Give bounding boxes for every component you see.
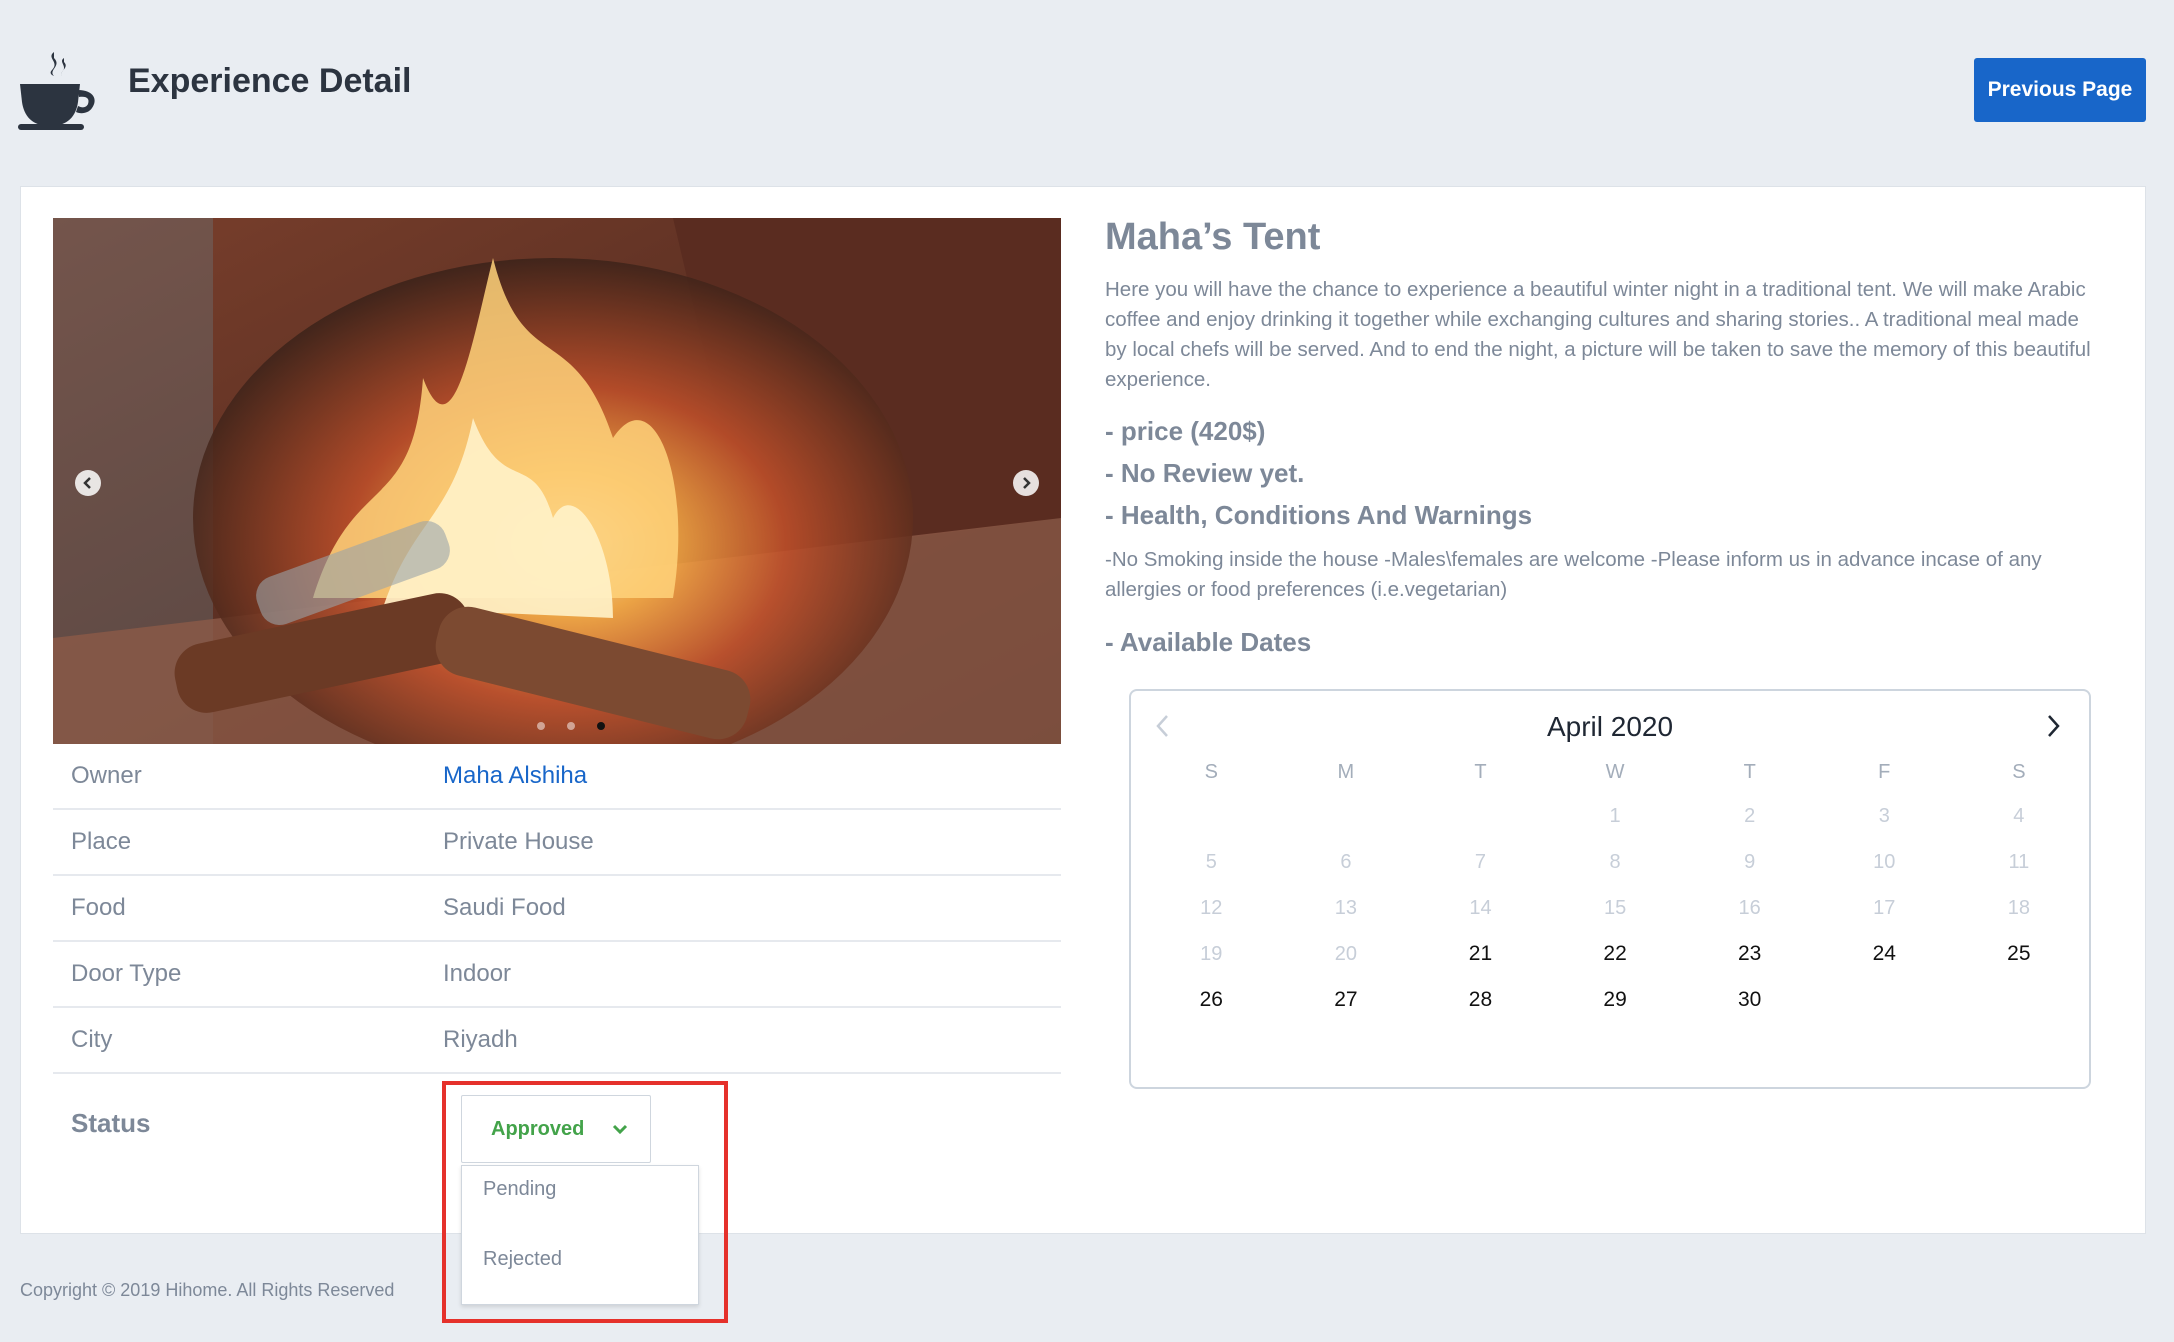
- carousel-dot[interactable]: [537, 722, 545, 730]
- city-label: City: [71, 1026, 113, 1053]
- detail-row-place: Place Private House: [53, 810, 1061, 876]
- calendar-grid: S M T W T F S 1 2 3 4 5 6 7 8 9 10 11 12 13 14 15 16 17 1…: [1131, 751, 2089, 1023]
- calendar-day: 3: [1878, 804, 1890, 827]
- status-label: Status: [71, 1108, 151, 1138]
- door-type-value: Indoor: [443, 960, 512, 987]
- food-label: Food: [71, 894, 126, 921]
- calendar-empty-cell: [1144, 793, 1279, 839]
- calendar-empty-cell: [1413, 793, 1548, 839]
- calendar-day[interactable]: 21: [1413, 931, 1548, 977]
- calendar-day: 6: [1340, 850, 1352, 873]
- available-dates-heading: - Available Dates: [1105, 627, 1312, 657]
- weekday-label: T: [1743, 760, 1756, 783]
- calendar-week-row: 1 2 3 4: [1131, 793, 2089, 839]
- calendar-day: 1: [1609, 804, 1621, 827]
- calendar-day: 5: [1205, 850, 1217, 873]
- price-heading: - price (420$): [1105, 416, 1266, 446]
- carousel-dot-active[interactable]: [597, 722, 605, 730]
- image-carousel[interactable]: [53, 218, 1061, 744]
- carousel-prev-button[interactable]: [75, 470, 101, 496]
- calendar-day: 12: [1200, 896, 1223, 919]
- calendar-day: 14: [1469, 896, 1492, 919]
- weekday-label: S: [2012, 760, 2026, 783]
- experience-description: Here you will have the chance to experie…: [1105, 278, 2091, 391]
- place-label: Place: [71, 828, 132, 855]
- food-value: Saudi Food: [443, 894, 566, 921]
- carousel-indicators: [537, 722, 605, 730]
- calendar-day[interactable]: 28: [1413, 977, 1548, 1023]
- detail-row-food: Food Saudi Food: [53, 876, 1061, 942]
- calendar-day: 4: [2013, 804, 2025, 827]
- detail-row-door-type: Door Type Indoor: [53, 942, 1061, 1008]
- calendar-week-row: 12 13 14 15 16 17 18: [1131, 885, 2089, 931]
- chevron-left-icon: [83, 477, 91, 489]
- calendar-day[interactable]: 29: [1548, 977, 1683, 1023]
- detail-row-owner: Owner Maha Alshiha: [53, 744, 1061, 810]
- calendar-day[interactable]: 23: [1682, 931, 1817, 977]
- calendar-week-row: 19 20 21 22 23 24 25: [1131, 931, 2089, 977]
- calendar-week-row: 5 6 7 8 9 10 11: [1131, 839, 2089, 885]
- calendar-weeks: 1 2 3 4 5 6 7 8 9 10 11 12 13 14 15 16 17 18 19 20 21 22 23 24 2…: [1131, 793, 2089, 1023]
- review-heading: - No Review yet.: [1105, 458, 1305, 488]
- calendar-month-label: April 2020: [1546, 711, 1674, 742]
- calendar-day: 8: [1609, 850, 1621, 873]
- weekday-label: M: [1337, 760, 1355, 783]
- calendar-day: 15: [1603, 896, 1627, 919]
- calendar-day[interactable]: 22: [1548, 931, 1683, 977]
- page-title: Experience Detail: [128, 62, 412, 100]
- calendar-day[interactable]: 30: [1682, 977, 1817, 1023]
- door-type-label: Door Type: [71, 960, 182, 987]
- conditions-text: -No Smoking inside the house -Males\fema…: [1105, 548, 2042, 601]
- conditions-heading: - Health, Conditions And Warnings: [1105, 500, 1533, 530]
- calendar-day: 9: [1744, 850, 1756, 873]
- weekday-label: T: [1474, 760, 1487, 783]
- calendar-day[interactable]: 24: [1817, 931, 1952, 977]
- place-value: Private House: [443, 828, 594, 855]
- calendar-day: 2: [1744, 804, 1756, 827]
- chevron-right-icon: [1023, 477, 1031, 489]
- detail-row-city: City Riyadh: [53, 1008, 1061, 1074]
- details-table: Owner Maha Alshiha Place Private House F…: [53, 744, 1061, 1074]
- owner-label: Owner: [71, 762, 142, 789]
- calendar-day: 7: [1474, 850, 1487, 873]
- carousel-dot[interactable]: [567, 722, 575, 730]
- calendar-day: 19: [1200, 942, 1223, 965]
- weekday-label: W: [1605, 760, 1625, 783]
- calendar-weekday-row: S M T W T F S: [1131, 751, 2089, 793]
- calendar-day[interactable]: 25: [1952, 931, 2087, 977]
- campfire-photo: [53, 218, 1061, 744]
- calendar-empty-cell: [1279, 793, 1414, 839]
- previous-page-button[interactable]: Previous Page: [1974, 58, 2146, 122]
- city-value: Riyadh: [443, 1026, 518, 1053]
- calendar-day: 11: [2008, 850, 2030, 873]
- weekday-label: F: [1878, 760, 1891, 783]
- calendar-day: 17: [1873, 896, 1896, 919]
- page-header: Experience Detail Previous Page: [0, 0, 2174, 170]
- calendar-empty-cell: [1817, 977, 1952, 1023]
- calendar-day: 13: [1334, 896, 1358, 919]
- calendar-week-row: 26 27 28 29 30: [1131, 977, 2089, 1023]
- highlight-annotation-box: [442, 1081, 728, 1323]
- owner-link[interactable]: Maha Alshiha: [443, 762, 587, 790]
- calendar-day: 10: [1873, 850, 1896, 873]
- footer-copyright: Copyright © 2019 Hihome. All Rights Rese…: [20, 1280, 395, 1300]
- calendar-day[interactable]: 26: [1144, 977, 1279, 1023]
- calendar-day[interactable]: 27: [1279, 977, 1414, 1023]
- calendar-day: 20: [1334, 942, 1358, 965]
- weekday-label: S: [1204, 760, 1218, 783]
- coffee-cup-icon: [18, 52, 95, 130]
- experience-title: Maha’s Tent: [1105, 216, 1321, 258]
- calendar-day: 16: [1738, 896, 1761, 919]
- availability-calendar: April 2020 S M T W T F S 1 2 3 4 5 6 7 8 9 10 11 12…: [1129, 689, 2091, 1089]
- calendar-empty-cell: [1952, 977, 2087, 1023]
- carousel-next-button[interactable]: [1013, 470, 1039, 496]
- calendar-day: 18: [2007, 896, 2030, 919]
- calendar-next-month-icon[interactable]: [2043, 713, 2063, 739]
